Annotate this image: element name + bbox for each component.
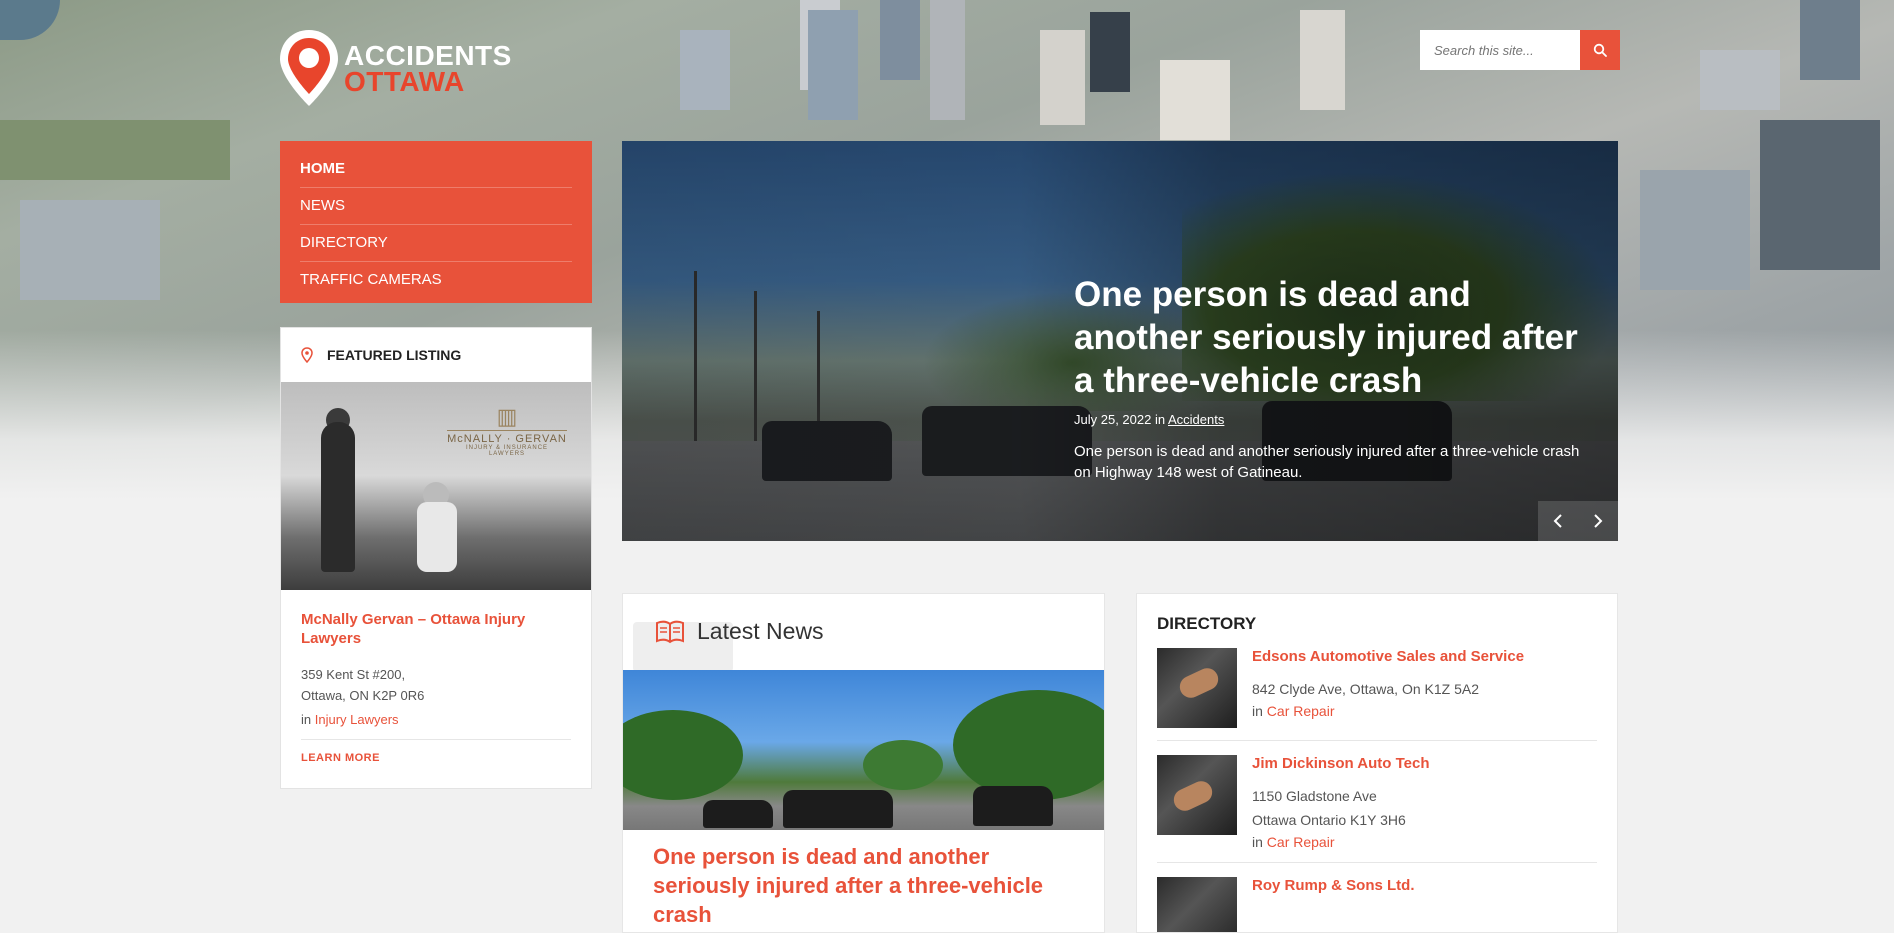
directory-card: DIRECTORY Edsons Automotive Sales and Se… — [1136, 593, 1618, 933]
category-link[interactable]: Car Repair — [1267, 834, 1335, 850]
building — [1640, 170, 1750, 290]
directory-entry: Jim Dickinson Auto Tech 1150 Gladstone A… — [1157, 741, 1597, 863]
tree-shape — [863, 740, 943, 790]
slide-category-link[interactable]: Accidents — [1168, 412, 1224, 427]
slide-excerpt: One person is dead and another seriously… — [1074, 443, 1580, 481]
directory-entry-image[interactable] — [1157, 877, 1237, 932]
featured-listing-card: FEATURED LISTING ▥ McNALLY · GERVAN INJU… — [280, 327, 592, 789]
nav-item-home[interactable]: HOME — [300, 151, 572, 188]
directory-entry-name[interactable]: Jim Dickinson Auto Tech — [1252, 755, 1430, 772]
directory-entry-name[interactable]: Edsons Automotive Sales and Service — [1252, 648, 1524, 665]
slider-next-button[interactable] — [1578, 501, 1618, 541]
slider-controls — [1538, 501, 1618, 541]
building — [880, 0, 920, 80]
hero-slider: One person is dead and another seriously… — [622, 141, 1618, 541]
map-pin-icon — [301, 347, 313, 363]
map-pin-logo-icon — [280, 30, 338, 106]
book-icon — [656, 620, 684, 644]
building — [20, 200, 160, 300]
logo-text-ottawa: OTTAWA — [344, 66, 465, 97]
wrecked-car — [783, 790, 893, 828]
directory-entry-address: 1150 Gladstone Ave Ottawa Ontario K1Y 3H… — [1252, 784, 1430, 832]
directory-entry-category: in Car Repair — [1252, 703, 1524, 719]
law-firm-logo: ▥ McNALLY · GERVAN INJURY & INSURANCE LA… — [447, 404, 567, 457]
building — [680, 30, 730, 110]
category-prefix: in — [1252, 703, 1263, 719]
river-shape — [0, 0, 60, 40]
nav-item-news[interactable]: NEWS — [300, 188, 572, 225]
directory-entry-image[interactable] — [1157, 648, 1237, 728]
wrecked-car — [703, 800, 773, 828]
latest-news-card: Latest News One person is dead and anoth… — [622, 593, 1105, 933]
building — [808, 10, 858, 120]
trees — [0, 120, 230, 180]
directory-entry-info: Edsons Automotive Sales and Service 842 … — [1252, 648, 1524, 728]
directory-heading: DIRECTORY — [1157, 614, 1257, 633]
directory-entry-image[interactable] — [1157, 755, 1237, 835]
tree-shape — [953, 690, 1104, 800]
building — [1160, 60, 1230, 140]
address-line: Ottawa, ON K2P 0R6 — [301, 688, 425, 703]
address-line: 1150 Gladstone Ave — [1252, 788, 1377, 804]
directory-entry: Roy Rump & Sons Ltd. — [1157, 863, 1597, 932]
directory-entry-category: in Car Repair — [1252, 834, 1430, 850]
latest-news-header: Latest News — [623, 594, 1104, 672]
search-button[interactable] — [1580, 30, 1620, 70]
featured-listing-heading: FEATURED LISTING — [327, 347, 462, 363]
building — [1040, 30, 1085, 125]
law-firm-logo-sub: INJURY & INSURANCE LAWYERS — [465, 445, 549, 457]
law-firm-logo-name: McNALLY · GERVAN — [447, 430, 567, 445]
wrecked-car — [973, 786, 1053, 826]
featured-listing-category: in Injury Lawyers — [301, 712, 571, 740]
site-logo[interactable]: ACCIDENTS OTTAWA — [278, 28, 511, 110]
building — [1300, 10, 1345, 110]
building — [1700, 50, 1780, 110]
hand-shape — [1176, 664, 1222, 702]
tree-shape — [623, 710, 743, 800]
person-figure — [321, 422, 355, 572]
directory-entry-info: Jim Dickinson Auto Tech 1150 Gladstone A… — [1252, 755, 1430, 850]
slide-date: July 25, 2022 — [1074, 412, 1152, 427]
chevron-left-icon — [1553, 514, 1562, 528]
main-navigation: HOME NEWS DIRECTORY TRAFFIC CAMERAS — [280, 141, 592, 303]
slider-caption: One person is dead and another seriously… — [1074, 273, 1594, 483]
site-search — [1420, 30, 1620, 70]
directory-entry-address: 842 Clyde Ave, Ottawa, On K1Z 5A2 — [1252, 681, 1479, 697]
nav-item-directory[interactable]: DIRECTORY — [300, 225, 572, 262]
search-input[interactable] — [1420, 30, 1580, 70]
chevron-right-icon — [1594, 514, 1603, 528]
directory-entry-name[interactable]: Roy Rump & Sons Ltd. — [1252, 877, 1415, 894]
building — [1760, 120, 1880, 270]
hand-shape — [1170, 777, 1216, 815]
news-article-image[interactable] — [623, 670, 1104, 830]
latest-news-heading: Latest News — [697, 618, 824, 644]
search-icon — [1593, 43, 1607, 57]
featured-listing-address: 359 Kent St #200, Ottawa, ON K2P 0R6 — [301, 664, 571, 706]
directory-entry-info: Roy Rump & Sons Ltd. — [1252, 877, 1415, 932]
category-prefix: in — [1252, 834, 1263, 850]
slide-meta: July 25, 2022 in Accidents — [1074, 412, 1594, 427]
nav-item-traffic-cameras[interactable]: TRAFFIC CAMERAS — [300, 262, 572, 298]
building — [930, 0, 965, 120]
directory-entry: Edsons Automotive Sales and Service 842 … — [1157, 634, 1597, 741]
featured-listing-title[interactable]: McNally Gervan – Ottawa Injury Lawyers — [301, 610, 571, 648]
learn-more-link[interactable]: LEARN MORE — [301, 752, 571, 764]
child-figure — [417, 502, 457, 572]
building — [1090, 12, 1130, 92]
category-prefix: in — [301, 712, 312, 727]
slide-title[interactable]: One person is dead and another seriously… — [1074, 273, 1594, 402]
address-line: Ottawa Ontario K1Y 3H6 — [1252, 812, 1406, 828]
category-link[interactable]: Injury Lawyers — [315, 712, 399, 727]
slider-prev-button[interactable] — [1538, 501, 1578, 541]
featured-listing-header: FEATURED LISTING — [281, 328, 591, 382]
address-line: 359 Kent St #200, — [301, 667, 406, 682]
building — [1800, 0, 1860, 80]
category-link[interactable]: Car Repair — [1267, 703, 1335, 719]
law-firm-logo-icon: ▥ — [496, 404, 518, 429]
slide-in-label: in — [1154, 412, 1166, 427]
featured-listing-image[interactable]: ▥ McNALLY · GERVAN INJURY & INSURANCE LA… — [281, 382, 591, 590]
news-article-title[interactable]: One person is dead and another seriously… — [653, 842, 1074, 929]
